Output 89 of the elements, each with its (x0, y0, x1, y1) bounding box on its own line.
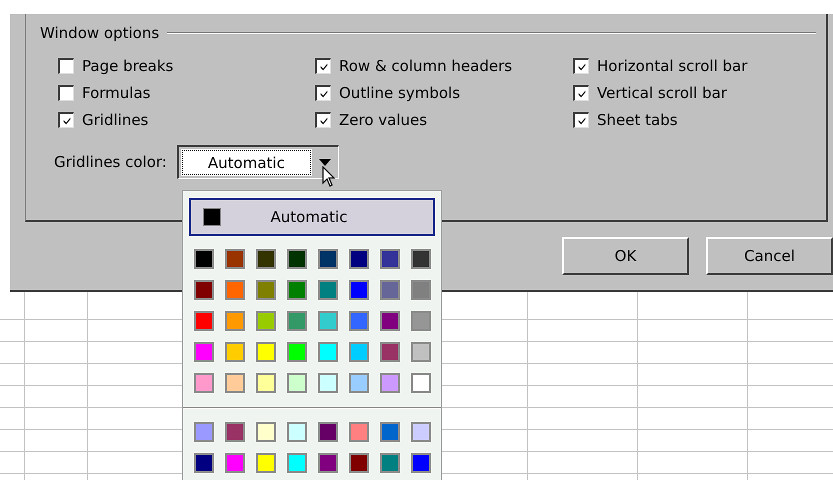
color-swatch[interactable] (411, 422, 431, 442)
group-title: Window options (40, 24, 160, 42)
checkbox-label[interactable]: Row & column headers (339, 57, 512, 75)
color-swatch[interactable] (225, 342, 245, 362)
checkbox-label[interactable]: Horizontal scroll bar (597, 57, 748, 75)
checkbox[interactable] (315, 112, 331, 128)
color-swatch[interactable] (225, 249, 245, 269)
cursor-icon (322, 166, 336, 188)
color-swatch[interactable] (194, 373, 214, 393)
color-swatch[interactable] (380, 453, 400, 473)
color-swatch[interactable] (318, 453, 338, 473)
dropdown-arrow-icon (318, 159, 331, 166)
check-icon (576, 62, 586, 72)
color-swatch[interactable] (349, 342, 369, 362)
color-swatch[interactable] (287, 280, 307, 300)
color-swatch[interactable] (411, 453, 431, 473)
color-swatch[interactable] (287, 373, 307, 393)
color-swatch[interactable] (225, 453, 245, 473)
automatic-color-button[interactable]: Automatic (189, 198, 435, 236)
color-swatch[interactable] (411, 311, 431, 331)
dialog-button[interactable]: OK (562, 237, 689, 275)
color-swatch[interactable] (380, 249, 400, 269)
color-swatch[interactable] (225, 311, 245, 331)
color-swatch[interactable] (318, 342, 338, 362)
checkbox[interactable] (573, 85, 589, 101)
color-swatch[interactable] (194, 249, 214, 269)
checkbox[interactable] (58, 112, 74, 128)
check-icon (576, 116, 586, 126)
color-swatch[interactable] (380, 373, 400, 393)
check-icon (576, 88, 586, 98)
color-swatch[interactable] (287, 311, 307, 331)
color-swatch[interactable] (287, 342, 307, 362)
color-swatch[interactable] (411, 342, 431, 362)
color-swatch[interactable] (256, 249, 276, 269)
color-swatch[interactable] (225, 373, 245, 393)
color-swatch[interactable] (318, 422, 338, 442)
color-swatch[interactable] (349, 249, 369, 269)
color-swatch[interactable] (380, 342, 400, 362)
checkbox-label[interactable]: Gridlines (82, 111, 148, 129)
color-swatch[interactable] (194, 422, 214, 442)
color-dropdown[interactable]: Automatic (176, 145, 339, 179)
check-icon (318, 116, 328, 126)
check-icon (318, 88, 328, 98)
color-swatch[interactable] (411, 280, 431, 300)
checkbox-label[interactable]: Formulas (82, 84, 150, 102)
color-swatch[interactable] (256, 453, 276, 473)
color-swatch[interactable] (256, 342, 276, 362)
color-swatch[interactable] (349, 373, 369, 393)
color-swatch[interactable] (380, 311, 400, 331)
checkbox[interactable] (58, 85, 74, 101)
color-swatch[interactable] (194, 280, 214, 300)
checkbox[interactable] (573, 58, 589, 74)
checkbox-label[interactable]: Zero values (339, 111, 428, 129)
checkbox[interactable] (315, 58, 331, 74)
color-swatch[interactable] (349, 453, 369, 473)
color-swatch[interactable] (256, 311, 276, 331)
dialog-button[interactable]: Cancel (706, 237, 833, 275)
checkbox-label[interactable]: Vertical scroll bar (597, 84, 727, 102)
checkbox-label[interactable]: Outline symbols (339, 84, 460, 102)
color-swatch[interactable] (256, 422, 276, 442)
color-swatch[interactable] (318, 311, 338, 331)
color-swatch[interactable] (194, 342, 214, 362)
color-swatch[interactable] (349, 422, 369, 442)
color-swatch[interactable] (349, 311, 369, 331)
checkbox-label[interactable]: Page breaks (82, 57, 174, 75)
color-swatch[interactable] (380, 422, 400, 442)
color-swatch[interactable] (225, 422, 245, 442)
color-swatch[interactable] (380, 280, 400, 300)
color-swatch[interactable] (287, 249, 307, 269)
color-swatch[interactable] (256, 280, 276, 300)
color-swatch[interactable] (318, 249, 338, 269)
color-swatch[interactable] (411, 249, 431, 269)
color-swatch[interactable] (411, 373, 431, 393)
color-swatch[interactable] (194, 453, 214, 473)
color-swatch[interactable] (318, 373, 338, 393)
checkbox[interactable] (573, 112, 589, 128)
color-swatch[interactable] (256, 373, 276, 393)
checkbox[interactable] (58, 58, 74, 74)
color-swatch[interactable] (349, 280, 369, 300)
color-swatch[interactable] (287, 453, 307, 473)
check-icon (62, 116, 72, 126)
color-swatch[interactable] (194, 311, 214, 331)
checkbox-label[interactable]: Sheet tabs (597, 111, 678, 129)
color-swatch[interactable] (318, 280, 338, 300)
checkbox[interactable] (315, 85, 331, 101)
color-swatch[interactable] (287, 422, 307, 442)
field-label: Gridlines color: (54, 153, 167, 171)
color-swatch[interactable] (225, 280, 245, 300)
check-icon (318, 62, 328, 72)
